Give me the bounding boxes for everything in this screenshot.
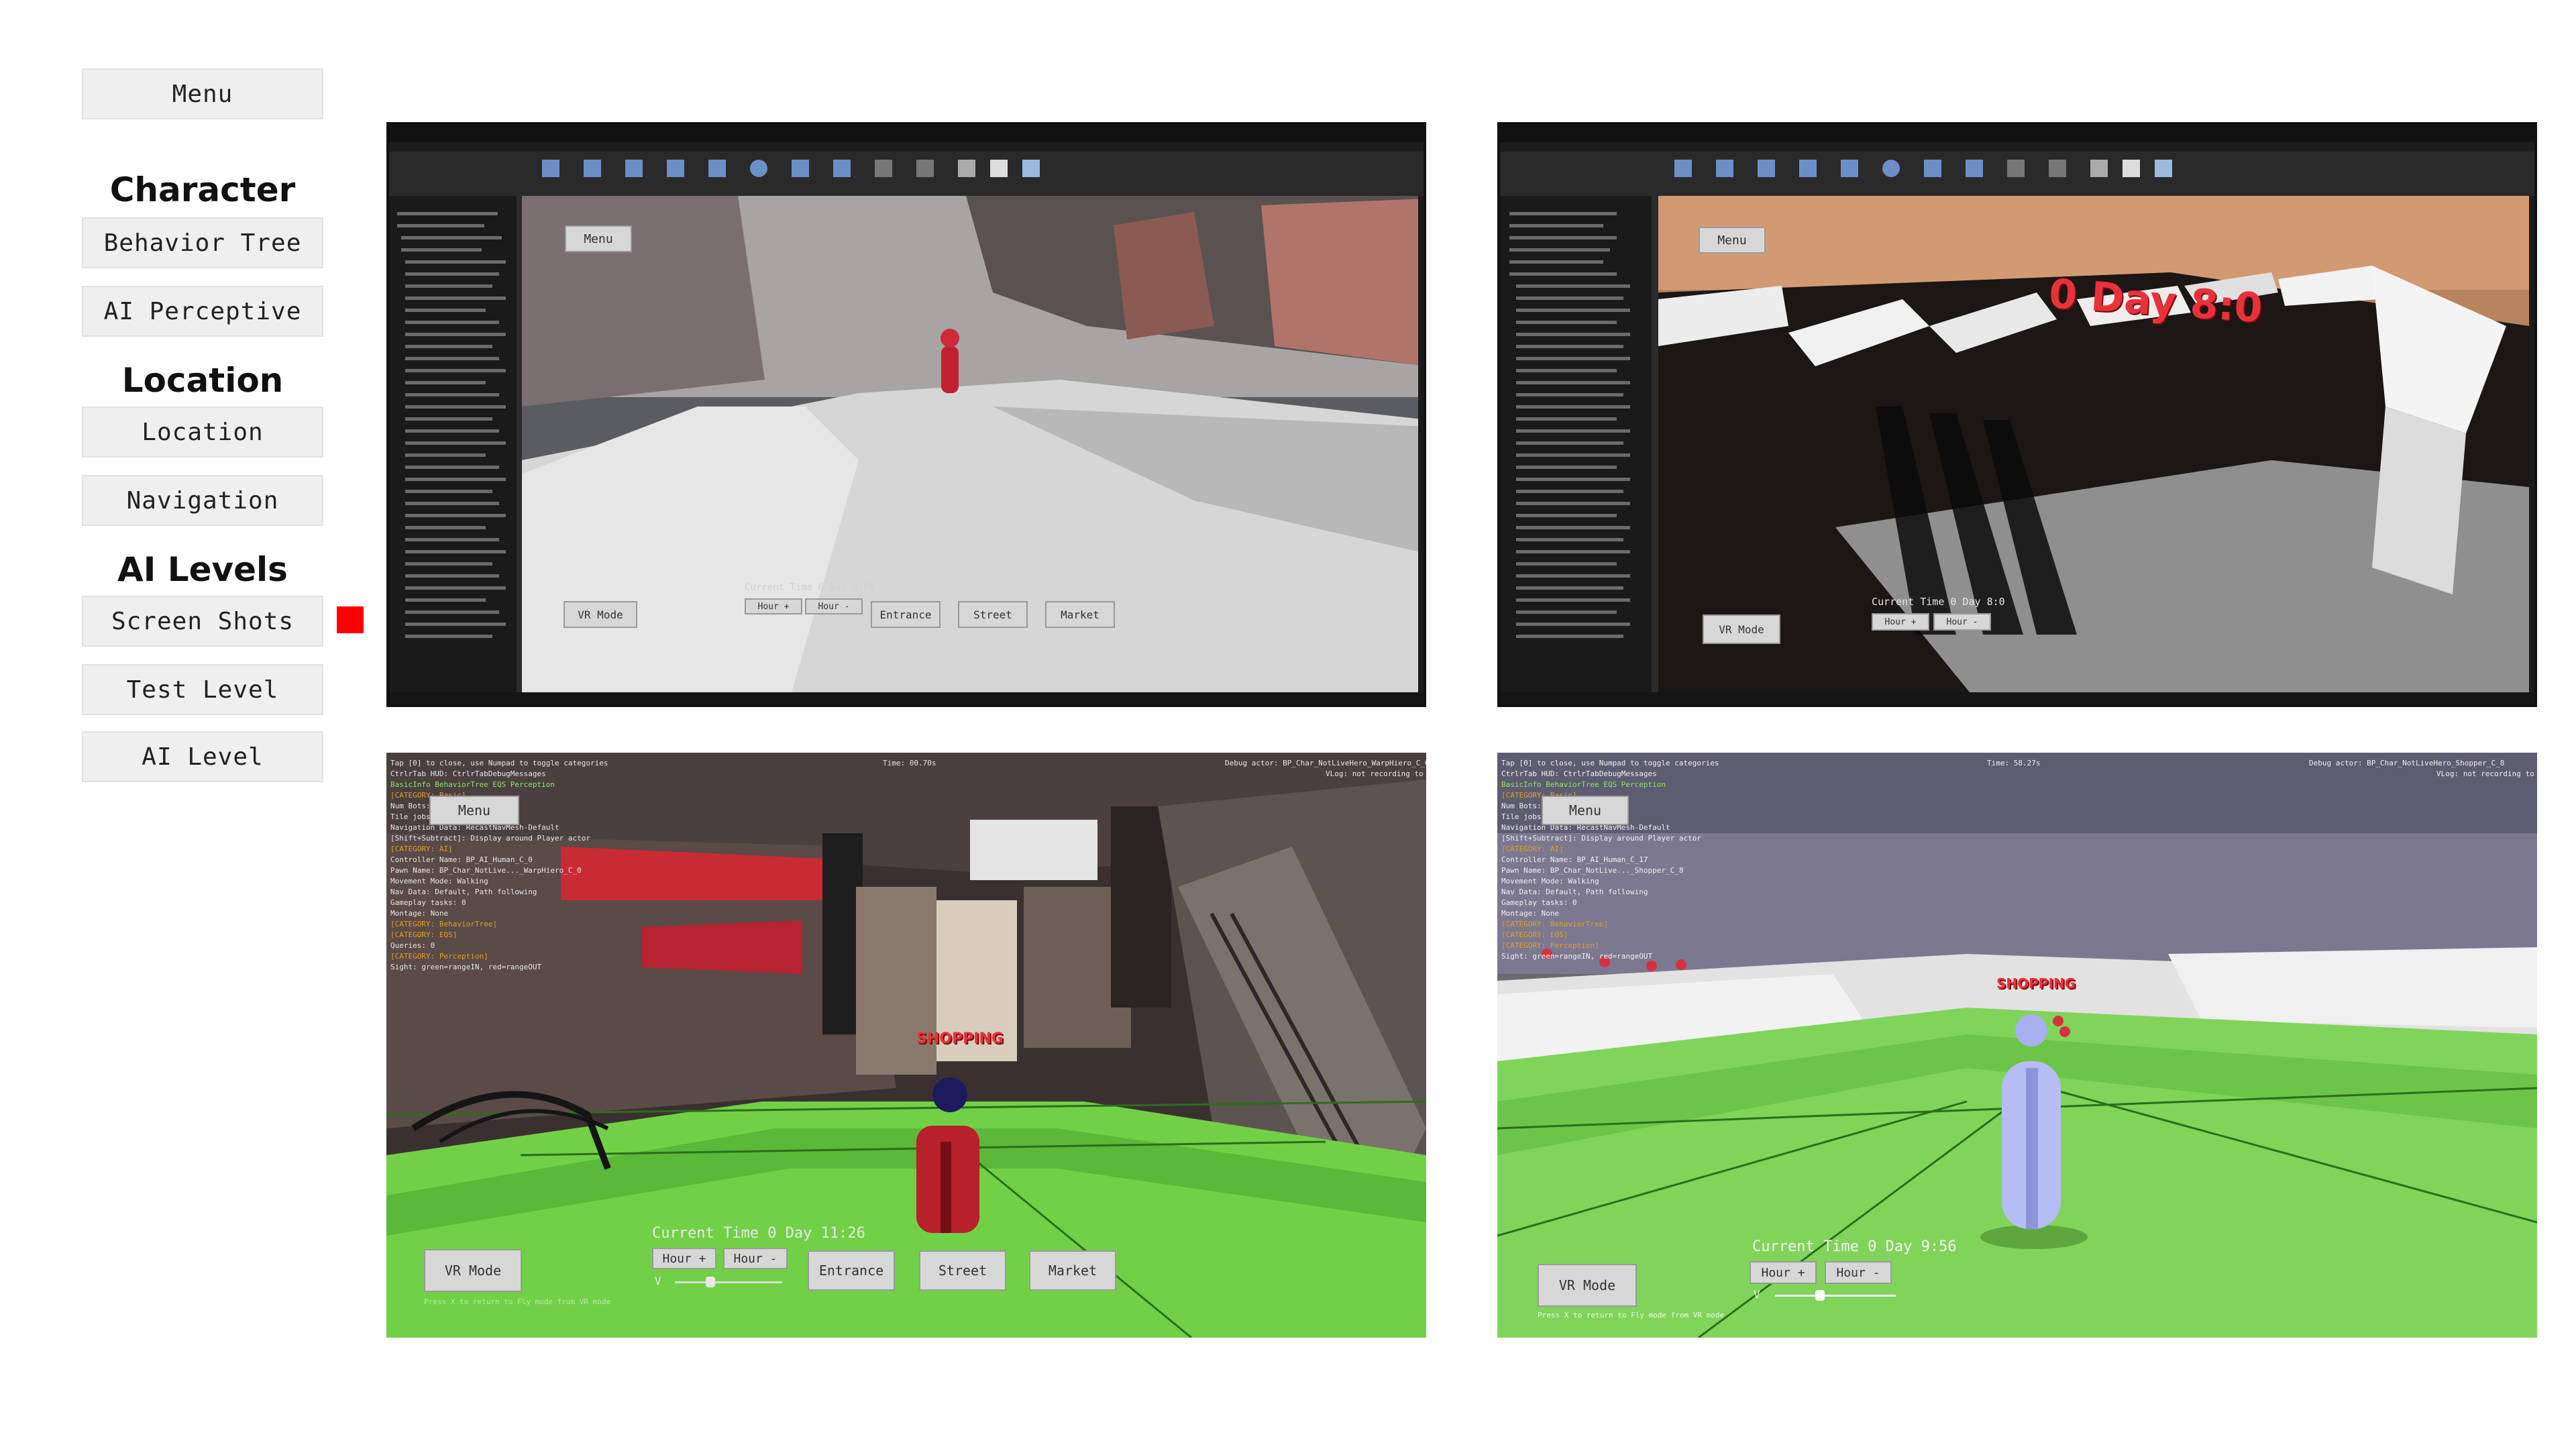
- section-title-character: Character: [109, 170, 296, 209]
- overlay-market-button[interactable]: Market: [1045, 601, 1115, 628]
- ai-perceptive-button[interactable]: AI Perceptive: [82, 286, 323, 337]
- overlay-hint-text: Press X to return to Fly mode from VR mo…: [1538, 1311, 1725, 1320]
- debug-line: Controller Name: BP_AI_Human_C_17: [1501, 855, 1648, 864]
- overlay-current-time: Current Time 0 Day 8:0: [1872, 596, 2005, 608]
- screen-shots-button[interactable]: Screen Shots: [82, 596, 323, 647]
- debug-line: Montage: None: [1501, 909, 1560, 918]
- screenshot-game-plaza[interactable]: Tap [0] to close, use Numpad to toggle c…: [1497, 753, 2537, 1338]
- debug-line: Tap [0] to close, use Numpad to toggle c…: [1501, 759, 1719, 767]
- behavior-tree-button[interactable]: Behavior Tree: [82, 217, 323, 268]
- overlay-hour-plus-button[interactable]: Hour +: [1872, 613, 1929, 631]
- debug-overlay: Tap [0] to close, use Numpad to toggle c…: [1501, 758, 1719, 962]
- screenshot-editor-overhead[interactable]: Menu 0 Day 8:0 Current Time 0 Day 8:0 Ho…: [1497, 122, 2537, 707]
- debug-time: Time: 00.70s: [883, 759, 936, 767]
- editor-overhead-scene: [1500, 125, 2534, 704]
- overlay-menu-button[interactable]: Menu: [565, 225, 632, 252]
- debug-line: [CATEGORY: Perception]: [1501, 941, 1599, 950]
- debug-line: [CATEGORY: Perception]: [390, 952, 488, 961]
- overlay-hint-text: Press X to return to Fly mode from VR mo…: [424, 1297, 611, 1306]
- overlay-current-time: Current Time 0 Day 9:56: [1752, 1238, 1957, 1255]
- overlay-street-button[interactable]: Street: [958, 601, 1028, 628]
- debug-actor: Debug actor: BP_Char_NotLiveHero_Shopper…: [2309, 759, 2505, 767]
- debug-line: [CATEGORY: BehaviorTree]: [390, 920, 497, 928]
- location-button[interactable]: Location: [82, 407, 323, 458]
- debug-line: Movement Mode: Walking: [1501, 877, 1599, 885]
- overlay-npc-tag: SHOPPING: [916, 1030, 1004, 1047]
- overlay-entrance-button[interactable]: Entrance: [808, 1250, 895, 1291]
- debug-line: Movement Mode: Walking: [390, 877, 488, 885]
- debug-line: Controller Name: BP_AI_Human_C_0: [390, 855, 533, 864]
- debug-line: Pawn Name: BP_Char_NotLive..._WarpHiero_…: [390, 866, 582, 875]
- debug-line: Sight: green=rangeIN, red=rangeOUT: [1501, 952, 1653, 961]
- overlay-menu-button[interactable]: Menu: [429, 796, 519, 825]
- overlay-npc-tag: SHOPPING: [1996, 975, 2076, 991]
- navigation-button[interactable]: Navigation: [82, 475, 323, 526]
- overlay-speed-slider-handle[interactable]: [706, 1277, 715, 1287]
- debug-actor: Debug actor: BP_Char_NotLiveHero_WarpHie…: [1225, 759, 1426, 767]
- overlay-hour-minus-button[interactable]: Hour -: [1933, 613, 1991, 631]
- debug-overlay: Tap [0] to close, use Numpad to toggle c…: [390, 758, 608, 973]
- overlay-speed-label: V: [655, 1275, 661, 1287]
- overlay-speed-slider[interactable]: [1775, 1295, 1896, 1297]
- debug-line: [Shift+Subtract]: Display around Player …: [390, 834, 591, 843]
- debug-line: Nav Data: Default, Path following: [390, 888, 537, 896]
- active-item-marker: [337, 606, 364, 633]
- overlay-market-button[interactable]: Market: [1029, 1250, 1116, 1291]
- debug-time: Time: 58.27s: [1987, 759, 2041, 767]
- menu-button[interactable]: Menu: [82, 68, 323, 119]
- debug-line: [CATEGORY: EQS]: [1501, 930, 1568, 939]
- debug-line: [CATEGORY: BehaviorTree]: [1501, 920, 1608, 928]
- overlay-hour-minus-button[interactable]: Hour -: [1825, 1261, 1892, 1284]
- debug-line: Nav Data: Default, Path following: [1501, 888, 1648, 896]
- debug-line: CtrlrTab HUD: CtrlrTabDebugMessages: [1501, 769, 1657, 778]
- debug-line: [CATEGORY: EQS]: [390, 930, 458, 939]
- overlay-speed-slider-handle[interactable]: [1815, 1290, 1825, 1301]
- overlay-vr-mode-button[interactable]: VR Mode: [1703, 614, 1780, 644]
- ai-level-button[interactable]: AI Level: [82, 731, 323, 782]
- overlay-hour-plus-button[interactable]: Hour +: [1750, 1261, 1817, 1284]
- debug-line: Tap [0] to close, use Numpad to toggle c…: [390, 759, 608, 767]
- debug-line: Queries: 0: [390, 941, 435, 950]
- overlay-current-time: Current Time 0 Day 11:26: [652, 1225, 865, 1242]
- debug-line: [CATEGORY: AI]: [1501, 845, 1564, 853]
- overlay-hour-plus-button[interactable]: Hour +: [745, 598, 802, 614]
- overlay-speed-slider[interactable]: [675, 1281, 782, 1283]
- overlay-menu-button[interactable]: Menu: [1699, 227, 1766, 254]
- debug-vlog: VLog: not recording to file: [1326, 769, 1426, 778]
- overlay-current-time: Current Time 0 Day 9:56: [745, 582, 875, 593]
- screenshot-game-street[interactable]: Tap [0] to close, use Numpad to toggle c…: [386, 753, 1426, 1338]
- overlay-menu-button[interactable]: Menu: [1542, 796, 1629, 825]
- debug-line: Pawn Name: BP_Char_NotLive..._Shopper_C_…: [1501, 866, 1684, 875]
- overlay-hour-minus-button[interactable]: Hour -: [723, 1248, 788, 1269]
- overlay-vr-mode-button[interactable]: VR Mode: [564, 601, 637, 628]
- debug-line: Gameplay tasks: 0: [1501, 898, 1577, 907]
- section-title-ai-levels: AI Levels: [117, 550, 288, 589]
- debug-line: CtrlrTab HUD: CtrlrTabDebugMessages: [390, 769, 546, 778]
- overlay-speed-label: V: [1754, 1288, 1760, 1301]
- debug-line: BasicInfo BehaviorTree EQS Perception: [1501, 780, 1666, 789]
- overlay-entrance-button[interactable]: Entrance: [871, 601, 941, 628]
- debug-line: Montage: None: [390, 909, 449, 918]
- overlay-hour-minus-button[interactable]: Hour -: [805, 598, 863, 614]
- overlay-vr-mode-button[interactable]: VR Mode: [424, 1249, 522, 1292]
- screenshot-editor-street[interactable]: Menu VR Mode Current Time 0 Day 9:56 Hou…: [386, 122, 1426, 707]
- overlay-street-button[interactable]: Street: [919, 1250, 1006, 1291]
- debug-line: [CATEGORY: AI]: [390, 845, 453, 853]
- debug-line: Sight: green=rangeIN, red=rangeOUT: [390, 963, 542, 971]
- overlay-hour-plus-button[interactable]: Hour +: [652, 1248, 716, 1269]
- overlay-vr-mode-button[interactable]: VR Mode: [1538, 1264, 1637, 1307]
- section-title-location: Location: [121, 361, 284, 400]
- test-level-button[interactable]: Test Level: [82, 664, 323, 715]
- debug-line: Gameplay tasks: 0: [390, 898, 466, 907]
- debug-line: [Shift+Subtract]: Display around Player …: [1501, 834, 1702, 843]
- debug-line: BasicInfo BehaviorTree EQS Perception: [390, 780, 555, 789]
- debug-vlog: VLog: not recording to file: [2436, 769, 2537, 778]
